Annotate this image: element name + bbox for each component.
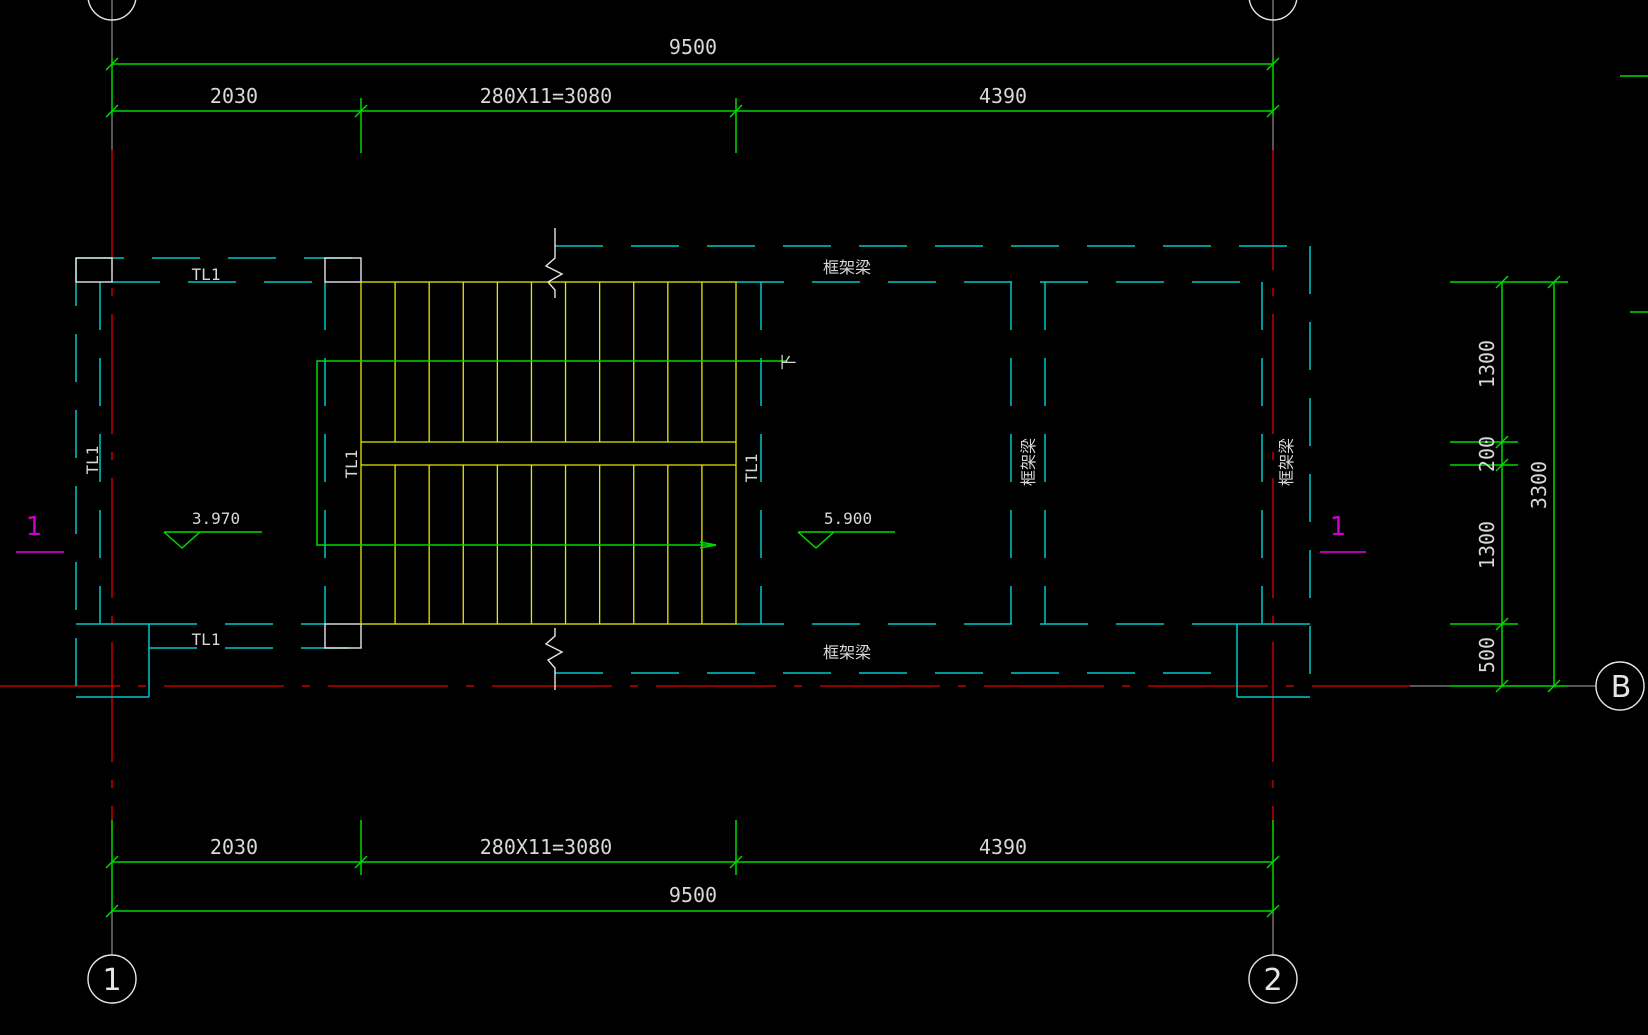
dim-top-total: 9500 xyxy=(669,35,717,59)
axis-lines xyxy=(0,150,1410,830)
dim-bottom-total: 9500 xyxy=(669,883,717,907)
walking-line: 下 xyxy=(316,354,798,549)
elevation-right: 5.900 xyxy=(824,509,872,528)
dim-right-seg-3: 1300 xyxy=(1475,521,1499,569)
dim-right-total: 3300 xyxy=(1527,461,1551,509)
label-tl1-mid-right: TL1 xyxy=(742,454,761,483)
column-bottom-mid xyxy=(324,623,362,649)
label-tl1-left: TL1 xyxy=(83,446,102,475)
axis-label-1: 1 xyxy=(102,963,121,998)
bottom-dimensions: 2030 280X11=3080 4390 9500 xyxy=(105,820,1280,918)
dim-right-seg-4: 500 xyxy=(1475,637,1499,673)
section-mark-right: 1 xyxy=(1330,512,1347,542)
dim-bottom-seg-left: 2030 xyxy=(210,835,258,859)
axis-bubbles: 1 2 B xyxy=(87,0,1645,1004)
top-dimensions: 9500 2030 280X11=3080 4390 xyxy=(105,35,1280,153)
dim-top-seg-mid: 280X11=3080 xyxy=(480,84,612,108)
dim-bottom-seg-mid: 280X11=3080 xyxy=(480,835,612,859)
dim-right-seg-2: 200 xyxy=(1475,436,1499,472)
stairs xyxy=(360,281,737,625)
elevation-left: 3.970 xyxy=(192,509,240,528)
elevation-marks: 3.970 5.900 xyxy=(163,509,895,550)
beams xyxy=(75,245,1311,698)
label-frame-beam-right: 框架梁 xyxy=(1277,438,1296,486)
extension-lines xyxy=(111,0,1596,955)
beam-labels: TL1 TL1 TL1 TL1 TL1 框架梁 框架梁 框架梁 框架梁 xyxy=(83,258,1296,662)
label-frame-beam-top: 框架梁 xyxy=(823,258,871,277)
label-tl1-bottom: TL1 xyxy=(192,630,221,649)
label-frame-beam-bottom: 框架梁 xyxy=(823,643,871,662)
label-tl1-top: TL1 xyxy=(192,265,221,284)
cad-drawing-canvas[interactable]: 9500 2030 280X11=3080 4390 2030 280X11=3… xyxy=(0,0,1648,1035)
break-lines xyxy=(544,228,564,690)
right-dimensions: 1300 200 1300 500 3300 xyxy=(1450,75,1648,693)
axis-label-2: 2 xyxy=(1263,963,1282,998)
columns xyxy=(75,257,362,649)
dim-bottom-seg-right: 4390 xyxy=(979,835,1027,859)
label-tl1-mid-left: TL1 xyxy=(342,450,361,479)
stair-outline xyxy=(360,281,737,625)
dim-top-seg-right: 4390 xyxy=(979,84,1027,108)
column-top-left xyxy=(75,257,113,283)
column-top-mid xyxy=(324,257,362,283)
dim-top-seg-left: 2030 xyxy=(210,84,258,108)
axis-label-b: B xyxy=(1611,670,1632,705)
label-frame-beam-mid: 框架梁 xyxy=(1019,438,1038,486)
section-mark-left: 1 xyxy=(26,512,43,542)
dim-right-seg-1: 1300 xyxy=(1475,340,1499,388)
down-arrow-label: 下 xyxy=(779,354,798,370)
